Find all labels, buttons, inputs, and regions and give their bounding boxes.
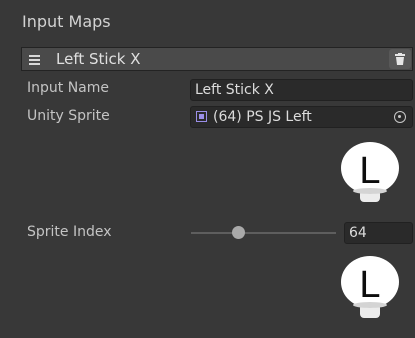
unity-sprite-value: (64) PS JS Left <box>213 109 312 125</box>
input-name-field[interactable]: Left Stick X <box>190 79 413 101</box>
sprite-preview: L <box>341 142 399 202</box>
input-name-label: Input Name <box>27 80 110 96</box>
hamburger-menu-icon[interactable] <box>22 48 46 70</box>
element-name-label: Left Stick X <box>56 50 141 68</box>
unity-sprite-field[interactable]: (64) PS JS Left <box>190 106 413 128</box>
trash-icon <box>395 53 405 65</box>
delete-button[interactable] <box>389 49 411 69</box>
sprite-index-slider-track[interactable] <box>191 232 336 234</box>
sprite-index-field[interactable]: 64 <box>344 222 413 244</box>
sprite-glyph-bottom: L <box>359 264 380 306</box>
panel-title: Input Maps <box>22 12 111 31</box>
sprite-preview-2: L <box>341 256 399 318</box>
sprite-asset-icon <box>196 111 207 122</box>
list-element-header[interactable]: Left Stick X <box>21 47 413 71</box>
unity-sprite-label: Unity Sprite <box>27 108 110 124</box>
object-picker-icon[interactable] <box>394 111 406 123</box>
sprite-glyph-top: L <box>359 150 380 192</box>
sprite-index-slider-thumb[interactable] <box>232 226 245 239</box>
sprite-index-label: Sprite Index <box>27 224 112 240</box>
input-maps-panel: Input Maps Left Stick X Input Name Left … <box>5 0 413 338</box>
